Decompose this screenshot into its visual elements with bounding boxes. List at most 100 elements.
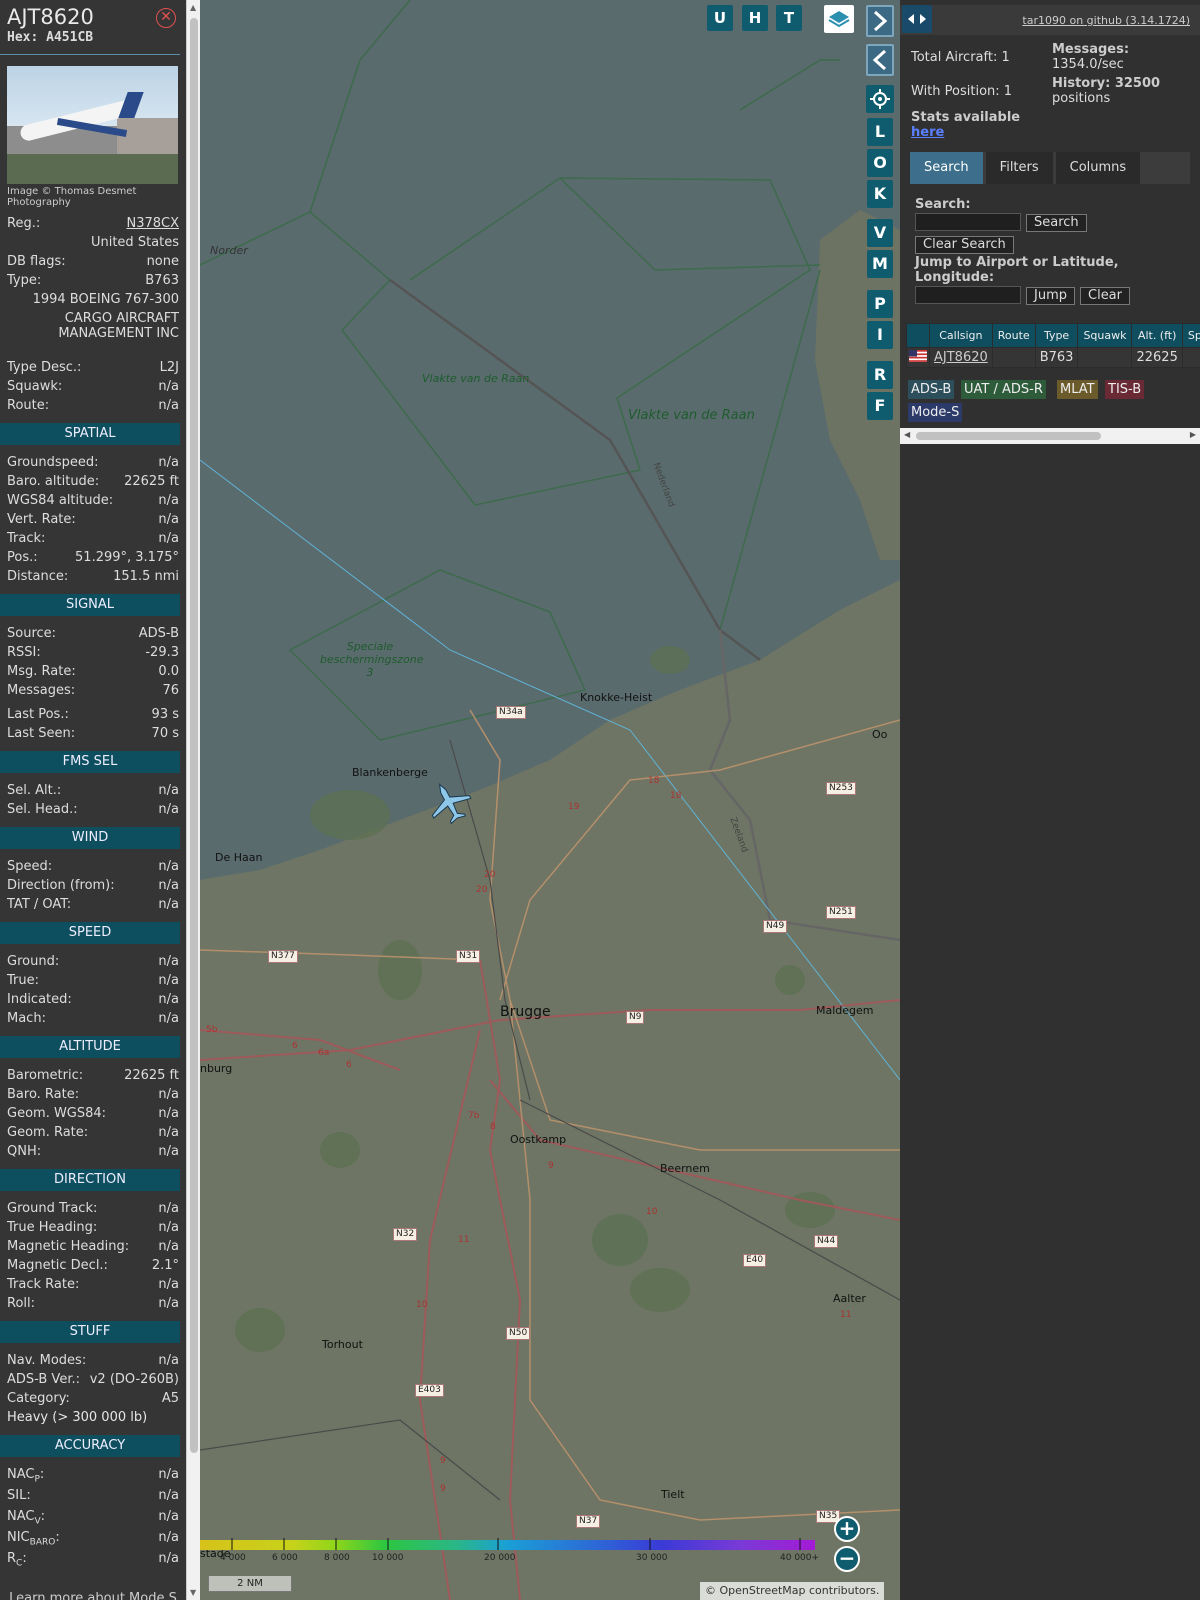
info-label[interactable]: True Heading: [7, 1218, 97, 1237]
info-label[interactable]: Distance: [7, 567, 68, 586]
info-label[interactable]: Last Pos.: [7, 705, 69, 724]
info-label[interactable]: Baro. altitude: [7, 472, 99, 491]
info-label[interactable]: NACP: [7, 1465, 44, 1486]
table-cell-callsign[interactable]: AJT8620 [929, 347, 993, 368]
stats-link[interactable]: here [911, 125, 944, 140]
clear-search-button[interactable]: Clear Search [915, 236, 1014, 254]
search-input[interactable] [915, 213, 1021, 231]
info-row: SIL: n/a [0, 1486, 186, 1507]
info-label[interactable]: Ground Track: [7, 1199, 97, 1218]
info-label[interactable]: Sel. Alt.: [7, 781, 61, 800]
scrollbar-thumb[interactable] [916, 432, 1101, 440]
jump-button[interactable]: Jump [1026, 287, 1075, 305]
info-label[interactable]: NACV: [7, 1507, 45, 1528]
aircraft-marker-icon[interactable] [424, 780, 474, 824]
km-marker: 9 [440, 1456, 446, 1466]
button-t[interactable]: T [776, 5, 802, 31]
table-horizontal-scrollbar[interactable]: ◀ ▶ [900, 428, 1200, 444]
road-label: N253 [826, 782, 856, 795]
info-value: n/a [158, 878, 179, 893]
table-header[interactable]: Squawk [1077, 323, 1133, 348]
info-label[interactable]: Barometric: [7, 1066, 83, 1085]
info-label[interactable]: Msg. Rate: [7, 662, 76, 681]
zoom-in-button[interactable]: + [834, 1516, 860, 1542]
expand-panel-icon[interactable] [866, 5, 894, 37]
button-i[interactable]: I [867, 321, 893, 349]
map-attribution[interactable]: © OpenStreetMap contributors. [700, 1582, 885, 1600]
zoom-out-button[interactable]: − [834, 1546, 860, 1572]
button-h[interactable]: H [742, 5, 768, 31]
info-label[interactable]: Magnetic Decl.: [7, 1256, 108, 1275]
info-label[interactable]: Roll: [7, 1294, 35, 1313]
button-k[interactable]: K [867, 180, 893, 208]
info-label[interactable]: ADS-B Ver.: [7, 1370, 80, 1389]
button-f[interactable]: F [867, 392, 893, 420]
info-label[interactable]: Geom. WGS84: [7, 1104, 106, 1123]
table-header[interactable]: Alt. (ft) [1131, 323, 1183, 348]
info-label[interactable]: NICBARO: [7, 1528, 60, 1549]
button-o[interactable]: O [867, 149, 893, 177]
table-header[interactable]: Route [991, 323, 1036, 348]
info-label[interactable]: Vert. Rate: [7, 510, 76, 529]
info-label[interactable]: Sel. Head.: [7, 800, 78, 819]
info-label[interactable]: Last Seen: [7, 724, 75, 743]
registration-link[interactable]: N378CX [126, 214, 179, 233]
toggle-sidebar-icon[interactable] [902, 5, 932, 33]
table-header[interactable]: Spd. [1181, 323, 1200, 348]
info-label[interactable]: Groundspeed: [7, 453, 98, 472]
button-p[interactable]: P [867, 290, 893, 318]
github-link[interactable]: tar1090 on github (3.14.1724) [1022, 14, 1190, 27]
table-header[interactable]: Callsign [929, 323, 993, 348]
info-value: none [146, 254, 179, 269]
info-label[interactable]: Track: [7, 529, 45, 548]
info-label[interactable]: Mach: [7, 1009, 46, 1028]
info-label[interactable]: Indicated: [7, 990, 72, 1009]
info-label[interactable]: Nav. Modes: [7, 1351, 86, 1370]
info-label[interactable]: Track Rate: [7, 1275, 79, 1294]
settings-gear-icon[interactable] [866, 85, 894, 113]
place-label: Torhout [322, 1338, 363, 1351]
collapse-panel-icon[interactable] [866, 44, 894, 76]
info-label[interactable]: WGS84 altitude: [7, 491, 113, 510]
info-label[interactable]: Ground: [7, 952, 59, 971]
info-label: Type Desc.: [7, 360, 82, 375]
info-label[interactable]: Direction (from): [7, 876, 115, 895]
map-view[interactable]: Vlakte van de Raan Vlakte van de Raan Sp… [200, 0, 900, 1600]
info-label[interactable]: Geom. Rate: [7, 1123, 88, 1142]
table-row[interactable]: AJT8620 B763 22625 [906, 347, 1200, 368]
info-label[interactable]: RSSI: [7, 643, 41, 662]
info-label[interactable]: Category: [7, 1389, 70, 1408]
layers-icon[interactable] [824, 5, 854, 33]
info-label[interactable]: Speed: [7, 857, 52, 876]
info-label[interactable]: True: [7, 971, 39, 990]
table-header[interactable]: Type [1034, 323, 1079, 348]
info-label[interactable]: Magnetic Heading: [7, 1237, 129, 1256]
clear-button[interactable]: Clear [1080, 287, 1130, 305]
tab-search[interactable]: Search [910, 152, 983, 184]
button-u[interactable]: U [707, 5, 733, 31]
button-l[interactable]: L [867, 118, 893, 146]
info-value: n/a [158, 1353, 179, 1368]
button-r[interactable]: R [867, 361, 893, 389]
info-label[interactable]: SIL: [7, 1486, 31, 1507]
info-label-text: Magnetic Heading: [7, 1239, 130, 1254]
search-button[interactable]: Search [1026, 214, 1087, 232]
info-label[interactable]: Messages: [7, 681, 75, 700]
button-m[interactable]: M [867, 250, 893, 278]
info-label[interactable]: Source: [7, 624, 56, 643]
road-label: N50 [506, 1327, 531, 1340]
jump-input[interactable] [915, 286, 1021, 304]
info-label[interactable]: Baro. Rate: [7, 1085, 79, 1104]
button-v[interactable]: V [867, 219, 893, 247]
sidebar-scrollbar[interactable]: ▲ ▼ [186, 0, 200, 1600]
tab-columns[interactable]: Columns [1055, 152, 1141, 184]
scrollbar-thumb[interactable] [190, 18, 198, 1453]
close-icon[interactable]: ✕ [156, 8, 176, 28]
info-label[interactable]: Pos.: [7, 548, 38, 567]
tab-filters[interactable]: Filters [985, 152, 1053, 184]
aircraft-photo[interactable] [7, 66, 178, 184]
info-label[interactable]: QNH: [7, 1142, 41, 1161]
km-marker: 8 [490, 1122, 496, 1132]
info-label[interactable]: RC: [7, 1549, 27, 1570]
info-label[interactable]: TAT / OAT: [7, 895, 71, 914]
